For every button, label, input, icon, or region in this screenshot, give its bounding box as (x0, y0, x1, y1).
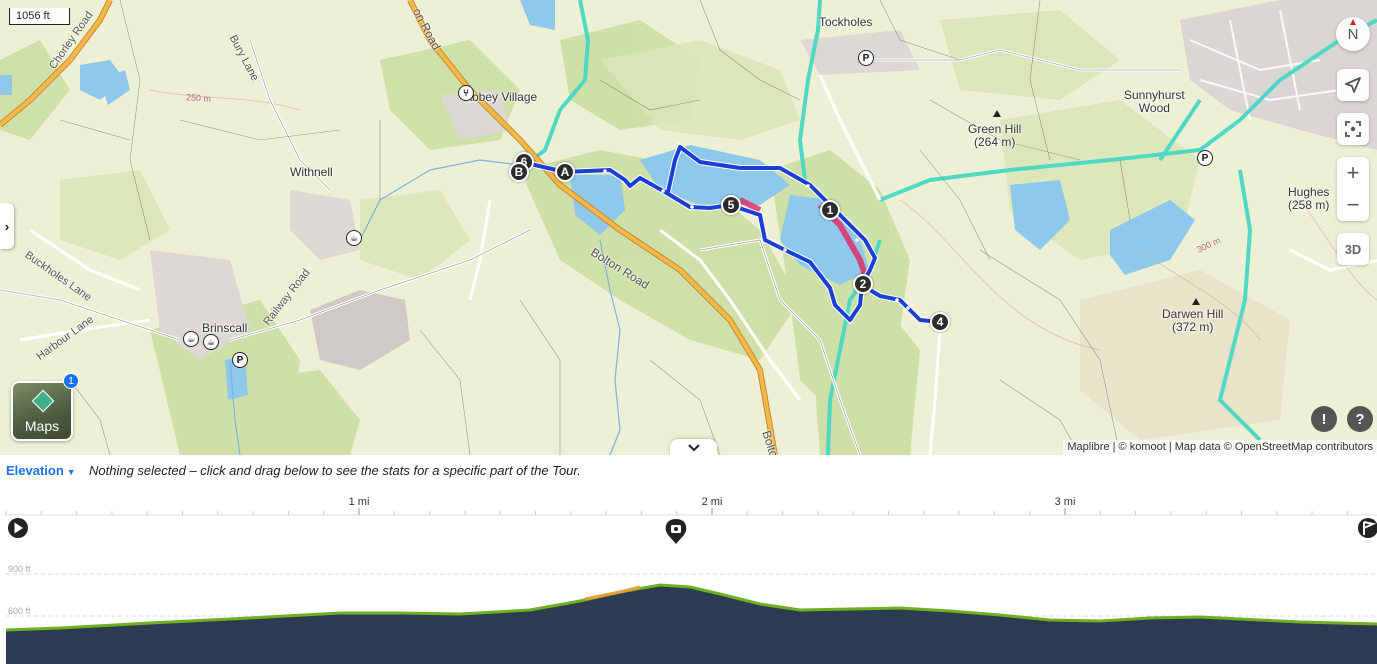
elevation-hint: Nothing selected – click and drag below … (89, 463, 581, 478)
location-arrow-icon (1345, 77, 1361, 93)
parking-icon[interactable]: P (858, 50, 874, 66)
map-layers-button[interactable]: Maps (11, 381, 73, 441)
distance-minor-ticks (5, 511, 1348, 515)
waypoint-1[interactable]: 1 (820, 200, 840, 220)
fork-knife-icon[interactable]: ⑂ (458, 85, 474, 101)
distance-tick-label: 3 mi (1055, 496, 1076, 508)
place-label-brinscall: Brinscall (202, 321, 248, 335)
photo-pin-icon[interactable] (665, 519, 687, 544)
contour-label-250: 250 m (185, 92, 212, 104)
waypoint-4[interactable]: 4 (930, 312, 950, 332)
play-icon[interactable] (8, 518, 28, 538)
map-attribution[interactable]: Maplibre | © komoot | Map data © OpenStr… (1063, 440, 1377, 455)
waypoint-b[interactable]: B (509, 162, 529, 182)
place-label-withnell: Withnell (290, 165, 333, 179)
compass-button[interactable]: N (1336, 17, 1370, 51)
collapse-map-button[interactable] (670, 439, 717, 455)
compass-label: N (1347, 25, 1359, 43)
waypoint-a[interactable]: A (555, 162, 575, 182)
chevron-down-icon (687, 443, 700, 451)
elevation-chart[interactable]: 1 mi 2 mi 3 mi 900 ft 600 ft (0, 489, 1377, 664)
chevron-right-icon: › (4, 218, 10, 234)
place-label-tockholes: Tockholes (819, 15, 873, 29)
elevation-dropdown-label: Elevation (6, 463, 64, 478)
peak-label-darwen-hill: Darwen Hill (372 m) (1162, 307, 1224, 334)
parking-icon[interactable]: P (232, 352, 248, 368)
locate-button[interactable] (1337, 69, 1369, 101)
waypoint-2[interactable]: 2 (853, 274, 873, 294)
distance-tick-label: 2 mi (702, 496, 723, 508)
distance-tick-label: 1 mi (349, 496, 370, 508)
elevation-panel: Elevation ▼ Nothing selected – click and … (0, 455, 1377, 664)
scale-bar: 1056 ft (9, 8, 70, 25)
elevation-profile-area (6, 585, 1377, 664)
app-root: Tockholes Abbey Village Withnell Brinsca… (0, 0, 1377, 664)
map-view[interactable]: Tockholes Abbey Village Withnell Brinsca… (0, 0, 1377, 455)
compass-needle-icon (1350, 19, 1356, 25)
hiker-icon (31, 389, 55, 413)
map-layers-badge: 1 (63, 373, 79, 389)
distance-major-ticks: 1 mi 2 mi 3 mi (349, 496, 1076, 515)
flag-icon[interactable] (1358, 518, 1377, 538)
peak-label-hughes: Hughes (258 m) (1288, 185, 1330, 212)
caret-down-icon: ▼ (66, 467, 76, 477)
elevation-dropdown[interactable]: Elevation ▼ (6, 463, 76, 478)
zoom-in-button[interactable]: + (1337, 157, 1369, 189)
parking-icon[interactable]: P (1197, 150, 1213, 166)
fit-bounds-icon (1345, 121, 1361, 137)
zoom-out-button[interactable]: − (1337, 189, 1369, 221)
place-label-abbey-village: Abbey Village (464, 90, 538, 104)
cafe-icon[interactable]: ☕ (183, 331, 199, 347)
report-issue-button[interactable]: ! (1311, 406, 1337, 432)
sidebar-toggle-button[interactable]: › (0, 203, 14, 249)
y-tick-label: 900 ft (8, 564, 31, 574)
toggle-3d-button[interactable]: 3D (1337, 233, 1369, 265)
fit-bounds-button[interactable] (1337, 113, 1369, 145)
y-tick-label: 600 ft (8, 606, 31, 616)
map-canvas[interactable] (0, 0, 1377, 455)
map-layers-label: Maps (24, 418, 60, 434)
cafe-icon[interactable]: ☕ (346, 230, 362, 246)
waypoint-5[interactable]: 5 (721, 195, 741, 215)
help-button[interactable]: ? (1347, 406, 1373, 432)
zoom-controls: + − (1337, 157, 1369, 221)
elevation-header: Elevation ▼ Nothing selected – click and … (0, 463, 1377, 481)
cafe-icon[interactable]: ☕ (203, 334, 219, 350)
place-label-sunnyhurst-wood: Sunnyhurst Wood (1124, 88, 1185, 115)
peak-label-green-hill: Green Hill (264 m) (968, 122, 1022, 149)
